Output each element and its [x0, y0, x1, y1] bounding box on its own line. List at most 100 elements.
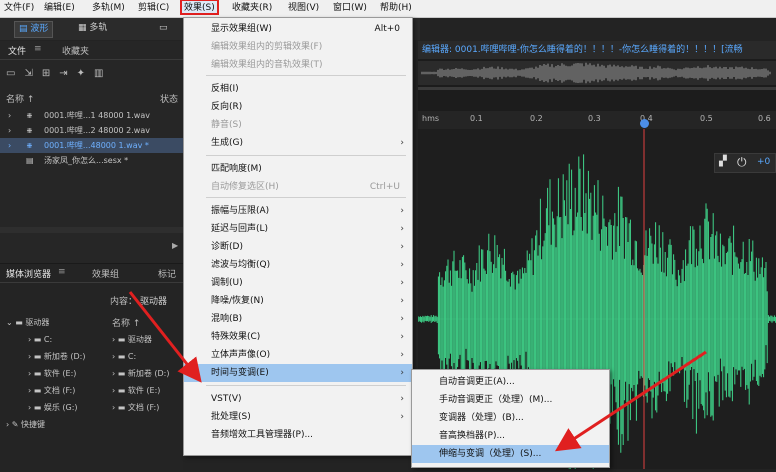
volume-knob-icon[interactable]: ⏻ [737, 155, 747, 170]
file-name: 汤家凤_你怎么...sesx * [44, 156, 129, 165]
tab-media-browser[interactable]: 媒体浏览器 [6, 267, 51, 280]
list-label: 软件 (E:) [127, 386, 161, 395]
menu-edit[interactable]: 编辑(E) [44, 0, 75, 17]
file-row[interactable]: ▤ 汤家凤_你怎么...sesx * [0, 153, 183, 168]
drive-icon: ▬ [117, 386, 126, 395]
playhead-handle[interactable] [640, 119, 649, 128]
time-pitch-item-4[interactable]: 伸缩与变调（处理）(S)... [412, 445, 609, 463]
expand-icon: › [28, 369, 32, 378]
effects-menu-item-3[interactable]: 反相(I) [184, 80, 412, 98]
list-item[interactable]: › ▬ 软件 (E:) [112, 384, 160, 398]
time-ruler[interactable]: hms 0.1 0.2 0.3 0.4 0.5 0.6 [418, 111, 776, 130]
expand-icon[interactable]: › [8, 108, 11, 123]
content-dropdown[interactable]: 驱动器 [140, 294, 167, 307]
effects-menu-item-14[interactable]: 降噪/恢复(N) › [184, 292, 412, 310]
panel-menu-icon[interactable]: ≡ [58, 267, 66, 277]
effects-menu-item-16[interactable]: 特殊效果(C) › [184, 328, 412, 346]
play-icon[interactable]: ▶ [172, 241, 178, 250]
file-row[interactable]: › ⧻ 0001.哔哩...1 48000 1.wav [0, 108, 183, 123]
effects-menu-item-18[interactable]: 时间与变调(E) › [184, 364, 412, 382]
effects-menu-item-11[interactable]: 诊断(D) › [184, 238, 412, 256]
menu-file[interactable]: 文件(F) [4, 0, 34, 17]
tab-files[interactable]: 文件 [8, 44, 26, 57]
effects-menu-item-2[interactable]: 编辑效果组内的音轨效果(T) [184, 56, 412, 74]
column-name-header[interactable]: 名称 ↑ [6, 92, 34, 105]
drive-icon: ▬ [33, 335, 42, 344]
editor-title[interactable]: 编辑器: 0001.哔哩哔哩-你怎么睡得着的！！！！-你怎么睡得着的！！！！[流… [418, 41, 776, 59]
time-pitch-item-3[interactable]: 音高换档器(P)... [412, 427, 609, 445]
effects-menu-item-5[interactable]: 静音(S) [184, 116, 412, 134]
submenu-item-label: 音高换档器(P)... [439, 431, 506, 441]
expand-icon: › [28, 386, 32, 395]
tree-item-shortcuts[interactable]: › ✎ 快捷键 [6, 418, 45, 432]
effects-menu-item-12[interactable]: 滤波与均衡(Q) › [184, 256, 412, 274]
menu-multitrack[interactable]: 多轨(M) [92, 0, 125, 17]
effects-menu-item-21[interactable]: 音频增效工具管理器(P)... [184, 426, 412, 444]
tree-item-drive[interactable]: › ▬ 娱乐 (G:) [28, 401, 78, 415]
effects-menu-item-9[interactable]: 振幅与压限(A) › [184, 202, 412, 220]
waveform-view-button[interactable]: ▤ 波形 [14, 21, 54, 38]
effects-menu-item-13[interactable]: 调制(U) › [184, 274, 412, 292]
submenu-item-label: 自动音调更正(A)... [439, 377, 515, 387]
file-row[interactable]: › ⧻ 0001.哔哩...2 48000 2.wav [0, 123, 183, 138]
open-folder-icon[interactable]: ▭ [6, 68, 24, 79]
list-item[interactable]: › ▬ C: [112, 350, 136, 364]
menu-view[interactable]: 视图(V) [288, 0, 319, 17]
time-pitch-item-1[interactable]: 手动音调更正（处理）(M)... [412, 391, 609, 409]
effects-menu-item-4[interactable]: 反向(R) [184, 98, 412, 116]
time-pitch-item-0[interactable]: 自动音调更正(A)... [412, 373, 609, 391]
tree-item-drive[interactable]: › ▬ 新加卷 (D:) [28, 350, 86, 364]
effects-menu-item-8[interactable]: 自动修复选区(H) Ctrl+U [184, 178, 412, 196]
import-icon[interactable]: ⇲ [24, 68, 41, 79]
effects-menu-item-19[interactable]: VST(V) › [184, 390, 412, 408]
new-file-icon[interactable]: ⊞ [42, 68, 59, 79]
effects-menu-item-1[interactable]: 编辑效果组内的剪辑效果(F) [184, 38, 412, 56]
effects-menu-item-20[interactable]: 批处理(S) › [184, 408, 412, 426]
column-status-header[interactable]: 状态 [160, 92, 178, 105]
drive-icon: ▬ [117, 335, 126, 344]
effects-menu-item-6[interactable]: 生成(G) › [184, 134, 412, 152]
expand-icon[interactable]: › [8, 123, 11, 138]
menu-effects[interactable]: 效果(S) [180, 0, 219, 15]
time-pitch-submenu: 自动音调更正(A)... 手动音调更正（处理）(M)... 变调器（处理）(B)..… [411, 369, 610, 468]
panel-menu-icon[interactable]: ≡ [34, 44, 42, 54]
menu-window[interactable]: 窗口(W) [333, 0, 367, 17]
menu-favorites[interactable]: 收藏夹(R) [232, 0, 272, 17]
menu-item-label: 编辑效果组内的音轨效果(T) [211, 60, 323, 70]
list-item[interactable]: › ▬ 新加卷 (D:) [112, 367, 170, 381]
expand-icon[interactable]: › [8, 138, 11, 153]
tab-markers[interactable]: 标记 [158, 267, 176, 280]
horizontal-scrollbar[interactable] [0, 227, 183, 233]
list-item[interactable]: › ▬ 驱动器 [112, 333, 152, 347]
tree-item-drive[interactable]: › ▬ 软件 (E:) [28, 367, 76, 381]
effects-menu-item-15[interactable]: 混响(B) › [184, 310, 412, 328]
menu-help[interactable]: 帮助(H) [380, 0, 412, 17]
overview-bar[interactable] [418, 61, 776, 85]
list-item[interactable]: › ▬ 文档 (F:) [112, 401, 159, 415]
tree-item-drives[interactable]: ⌄ ▬ 驱动器 [6, 316, 49, 330]
time-pitch-item-2[interactable]: 变调器（处理）(B)... [412, 409, 609, 427]
effects-menu-item-7[interactable]: 匹配响度(M) [184, 160, 412, 178]
zoom-scrollbar[interactable] [418, 87, 776, 90]
drive-icon: ▬ [33, 403, 42, 412]
effects-menu-item-0[interactable]: 显示效果组(W) Alt+0 [184, 20, 412, 38]
column-name-header[interactable]: 名称 ↑ [112, 316, 140, 329]
menu-clip[interactable]: 剪辑(C) [138, 0, 169, 17]
tab-effects-rack[interactable]: 效果组 [92, 267, 119, 280]
record-icon[interactable]: ✦ [77, 68, 94, 79]
tree-label: 文档 (F:) [43, 386, 76, 395]
delete-icon[interactable]: ▥ [94, 68, 112, 79]
tree-item-drive[interactable]: › ▬ C: [28, 333, 52, 347]
insert-icon[interactable]: ⇥ [59, 68, 76, 79]
file-row-selected[interactable]: › ⧻ 0001.哔哩...48000 1.wav * [0, 138, 183, 153]
menu-item-label: 显示效果组(W) [211, 24, 272, 34]
effects-menu-item-17[interactable]: 立体声声像(O) › [184, 346, 412, 364]
spectral-view-button[interactable]: ▭ [155, 21, 172, 36]
multitrack-view-button[interactable]: ▦ 多轨 [74, 21, 111, 36]
effects-menu-item-10[interactable]: 延迟与回声(L) › [184, 220, 412, 238]
menu-item-label: 编辑效果组内的剪辑效果(F) [211, 42, 323, 52]
tree-item-drive[interactable]: › ▬ 文档 (F:) [28, 384, 75, 398]
file-name: 0001.哔哩...48000 1.wav * [44, 141, 149, 150]
expand-icon: › [112, 352, 116, 361]
tab-favorites[interactable]: 收藏夹 [62, 44, 89, 57]
